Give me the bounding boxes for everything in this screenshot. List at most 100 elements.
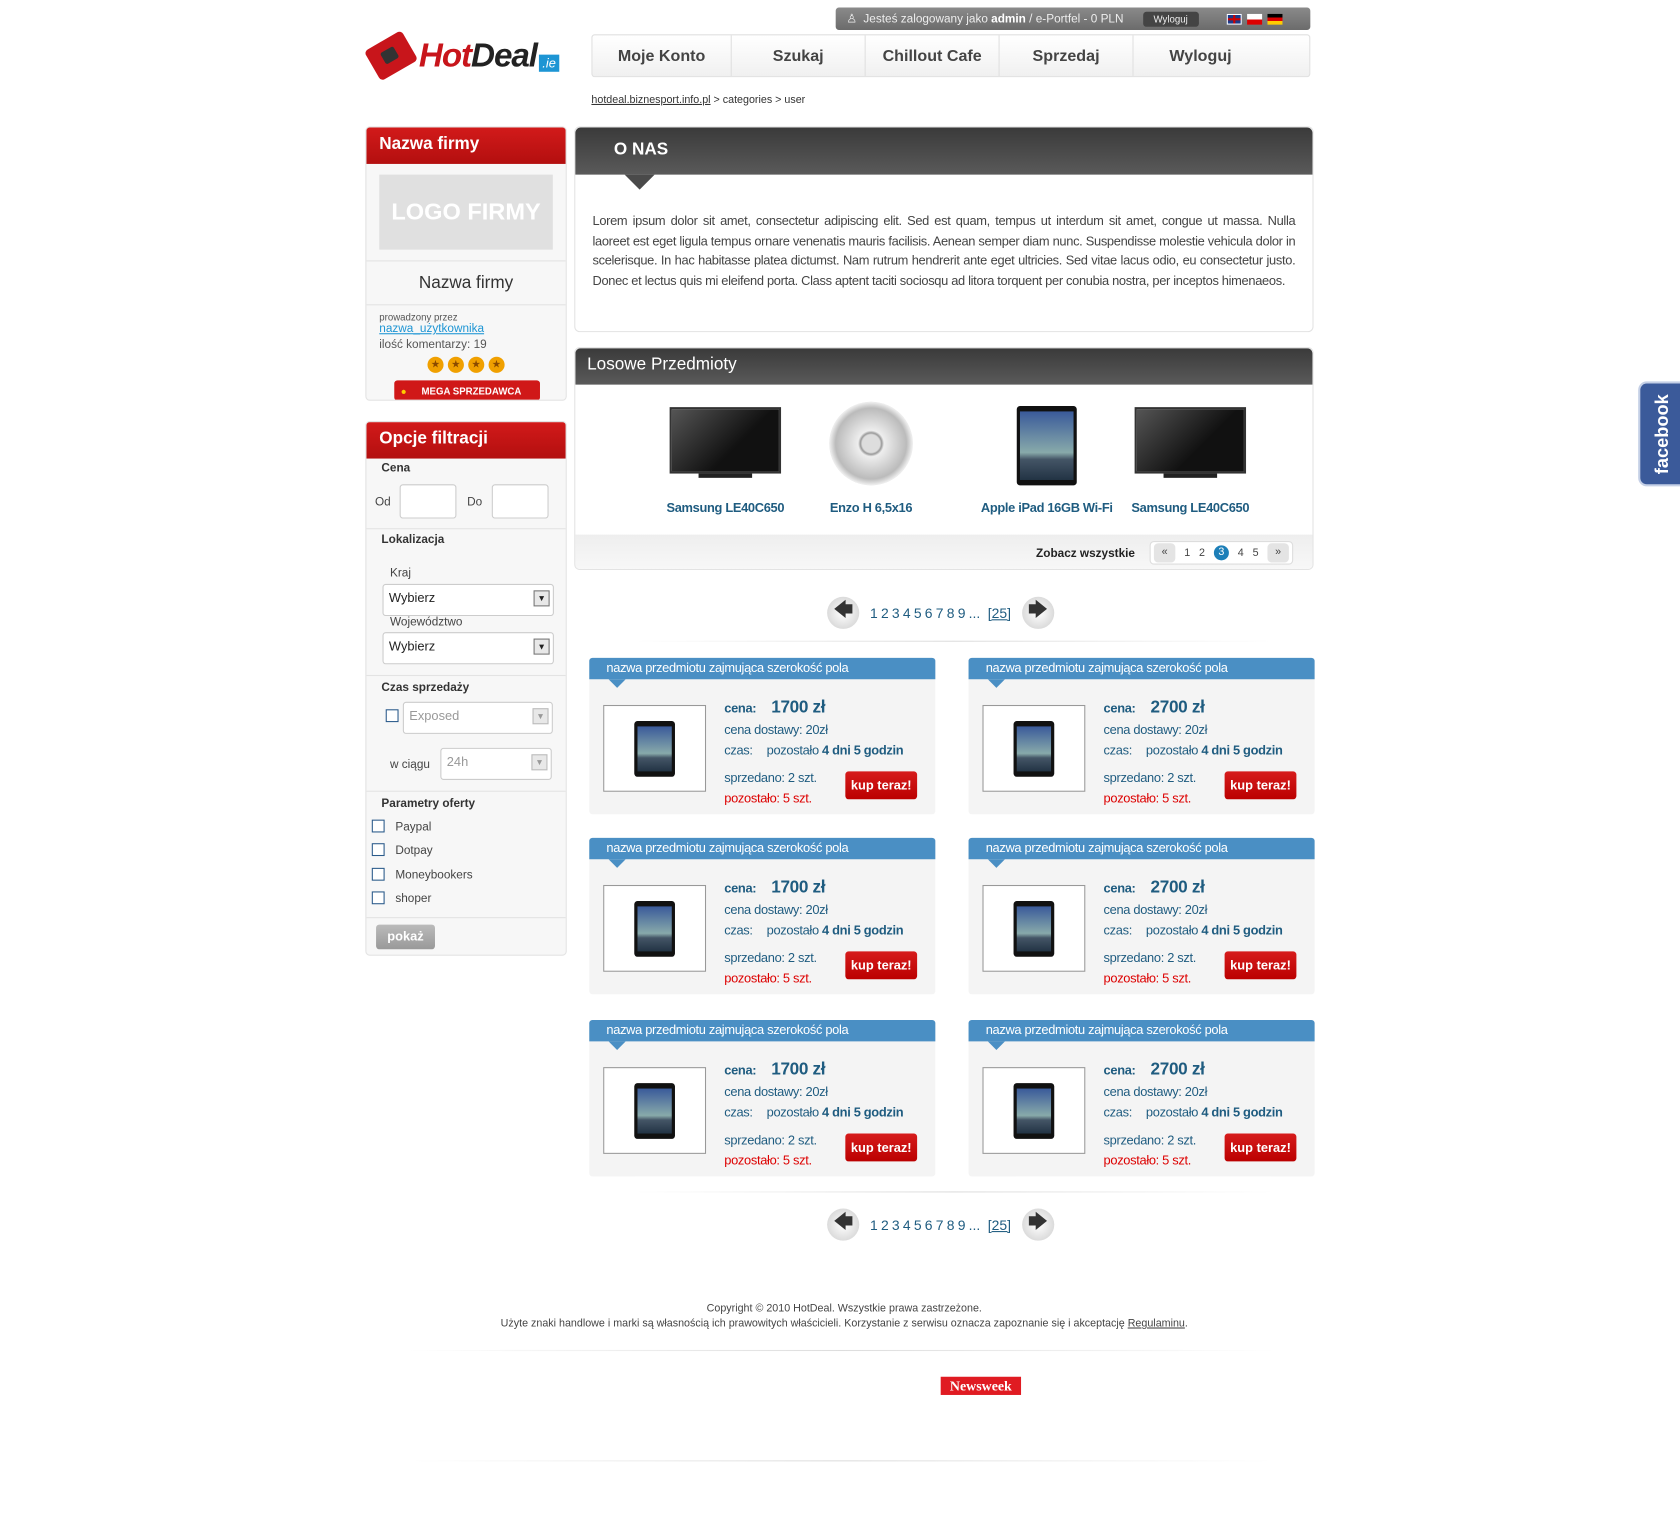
- nav-sprzedaj[interactable]: Sprzedaj: [1000, 35, 1134, 77]
- product-image[interactable]: [982, 884, 1086, 972]
- star-icon: ★: [468, 356, 485, 373]
- page-link[interactable]: 2: [881, 1217, 889, 1233]
- star-icon: ★: [488, 356, 505, 373]
- page-link[interactable]: 7: [936, 605, 944, 621]
- breadcrumb-home-link[interactable]: hotdeal.biznesport.info.pl: [591, 94, 710, 106]
- product-card: nazwa przedmiotu zajmująca szerokość pol…: [589, 837, 936, 995]
- nav-wyloguj[interactable]: Wyloguj: [1134, 35, 1268, 76]
- price-label: cena:: [1103, 880, 1136, 896]
- nav-moje-konto[interactable]: Moje Konto: [592, 35, 732, 77]
- shoper-checkbox[interactable]: [371, 891, 385, 905]
- page-link[interactable]: 1: [870, 605, 878, 621]
- buy-now-button[interactable]: kup teraz!: [845, 771, 918, 800]
- page-link[interactable]: 3: [892, 1217, 900, 1233]
- product-image[interactable]: [603, 704, 707, 792]
- random-item[interactable]: Apple iPad 16GB Wi-Fi: [972, 402, 1122, 515]
- price-to-input[interactable]: [491, 484, 549, 519]
- page-link[interactable]: 2: [1199, 547, 1205, 559]
- facebook-tab[interactable]: facebook: [1638, 381, 1680, 487]
- hotdeal-logo[interactable]: HotDeal .ie: [363, 30, 584, 82]
- product-card: nazwa przedmiotu zajmująca szerokość pol…: [589, 657, 936, 815]
- prev-arrow-button[interactable]: 🡄: [827, 596, 860, 629]
- sale-time-select[interactable]: Exposed ▼: [402, 701, 553, 734]
- random-item-name: Samsung LE40C650: [666, 500, 785, 516]
- page-link[interactable]: 4: [903, 1217, 911, 1233]
- breadcrumb: hotdeal.biznesport.info.pl > categories …: [591, 94, 806, 107]
- product-title[interactable]: nazwa przedmiotu zajmująca szerokość pol…: [589, 837, 936, 860]
- product-image[interactable]: [982, 704, 1086, 792]
- within-select[interactable]: 24h ▼: [440, 747, 552, 780]
- see-all-link[interactable]: Zobacz wszystkie: [1036, 547, 1135, 560]
- flag-de-icon[interactable]: [1267, 13, 1283, 25]
- logout-small-button[interactable]: Wyloguj: [1142, 11, 1199, 27]
- page-link[interactable]: 5: [914, 605, 922, 621]
- next-arrow-button[interactable]: 🡆: [1021, 1208, 1054, 1241]
- run-by-label: prowadzony przez: [379, 311, 458, 323]
- page-link[interactable]: 6: [925, 1217, 933, 1233]
- prev-page-button[interactable]: «: [1153, 543, 1176, 563]
- page-link[interactable]: 9: [958, 1217, 966, 1233]
- page-link[interactable]: 7: [936, 1217, 944, 1233]
- page-link[interactable]: 5: [1253, 547, 1259, 559]
- terms-link[interactable]: Regulaminu: [1128, 1318, 1185, 1330]
- nav-chillout-cafe[interactable]: Chillout Cafe: [866, 35, 1000, 77]
- buy-now-button[interactable]: kup teraz!: [1224, 951, 1297, 980]
- last-page-link[interactable]: [25]: [988, 1217, 1011, 1233]
- prev-arrow-button[interactable]: 🡄: [827, 1208, 860, 1241]
- buy-now-button[interactable]: kup teraz!: [1224, 771, 1297, 800]
- next-page-button[interactable]: »: [1267, 543, 1289, 563]
- comments-count: ilość komentarzy: 19: [379, 338, 487, 352]
- newsweek-logo[interactable]: Newsweek: [940, 1376, 1022, 1395]
- dotpay-label: Dotpay: [395, 844, 433, 858]
- product-image[interactable]: [603, 1067, 707, 1154]
- product-title[interactable]: nazwa przedmiotu zajmująca szerokość pol…: [589, 657, 936, 680]
- trademark-text: Użyte znaki handlowe i marki są własnośc…: [500, 1317, 1128, 1330]
- product-title[interactable]: nazwa przedmiotu zajmująca szerokość pol…: [968, 837, 1315, 860]
- moneybookers-checkbox[interactable]: [371, 867, 385, 881]
- flag-pl-icon[interactable]: [1246, 13, 1262, 25]
- product-title[interactable]: nazwa przedmiotu zajmująca szerokość pol…: [589, 1019, 936, 1042]
- buy-now-button[interactable]: kup teraz!: [1224, 1133, 1297, 1162]
- page-link[interactable]: 5: [914, 1217, 922, 1233]
- buy-now-button[interactable]: kup teraz!: [845, 951, 918, 980]
- random-item[interactable]: Samsung LE40C650: [650, 402, 800, 516]
- buy-now-button[interactable]: kup teraz!: [845, 1133, 918, 1162]
- price: cena: 2700 zł: [1104, 1061, 1205, 1080]
- random-item[interactable]: Enzo H 6,5x16: [796, 401, 946, 516]
- random-item[interactable]: Samsung LE40C650: [1115, 402, 1265, 515]
- random-item-name: Enzo H 6,5x16: [829, 500, 913, 516]
- page-link[interactable]: 8: [947, 1217, 955, 1233]
- nav-szukaj[interactable]: Szukaj: [732, 35, 866, 77]
- page-link[interactable]: 3: [892, 605, 900, 621]
- shipping-cost: cena dostawy: 20zł: [724, 1084, 828, 1100]
- price-from-input[interactable]: [399, 484, 457, 519]
- product-image[interactable]: [603, 884, 707, 972]
- page-link[interactable]: 9: [958, 605, 966, 621]
- price: cena: 1700 zł: [724, 1061, 825, 1080]
- user-icon: ♙: [846, 12, 857, 26]
- page-link[interactable]: 1: [1184, 547, 1190, 559]
- page-link[interactable]: 2: [881, 605, 889, 621]
- next-arrow-button[interactable]: 🡆: [1021, 596, 1054, 629]
- sold-count: sprzedano: 2 szt.: [1103, 950, 1197, 966]
- product-title[interactable]: nazwa przedmiotu zajmująca szerokość pol…: [968, 657, 1315, 680]
- page-link[interactable]: 1: [870, 1217, 878, 1233]
- sale-time-checkbox[interactable]: [385, 709, 399, 723]
- show-button[interactable]: pokaż: [376, 924, 435, 950]
- paypal-checkbox[interactable]: [371, 819, 385, 833]
- page-link[interactable]: 4: [903, 605, 911, 621]
- country-select[interactable]: Wybierz ▼: [382, 583, 554, 617]
- page-link[interactable]: 8: [947, 605, 955, 621]
- page-link[interactable]: 4: [1238, 547, 1244, 559]
- region-select[interactable]: Wybierz ▼: [382, 632, 554, 665]
- dropdown-arrow-icon: ▼: [532, 708, 549, 725]
- page-link[interactable]: 3: [1213, 545, 1229, 561]
- product-image[interactable]: [982, 1067, 1086, 1154]
- last-page-link[interactable]: [25]: [988, 605, 1011, 621]
- flag-en-icon[interactable]: [1226, 13, 1242, 25]
- seller-link[interactable]: nazwa_użytkownika: [379, 322, 484, 335]
- page-numbers: 1 2 3 4 5 6 7 8 9... [25]: [870, 1217, 1011, 1233]
- dotpay-checkbox[interactable]: [371, 843, 385, 857]
- page-link[interactable]: 6: [925, 605, 933, 621]
- product-title[interactable]: nazwa przedmiotu zajmująca szerokość pol…: [968, 1019, 1315, 1042]
